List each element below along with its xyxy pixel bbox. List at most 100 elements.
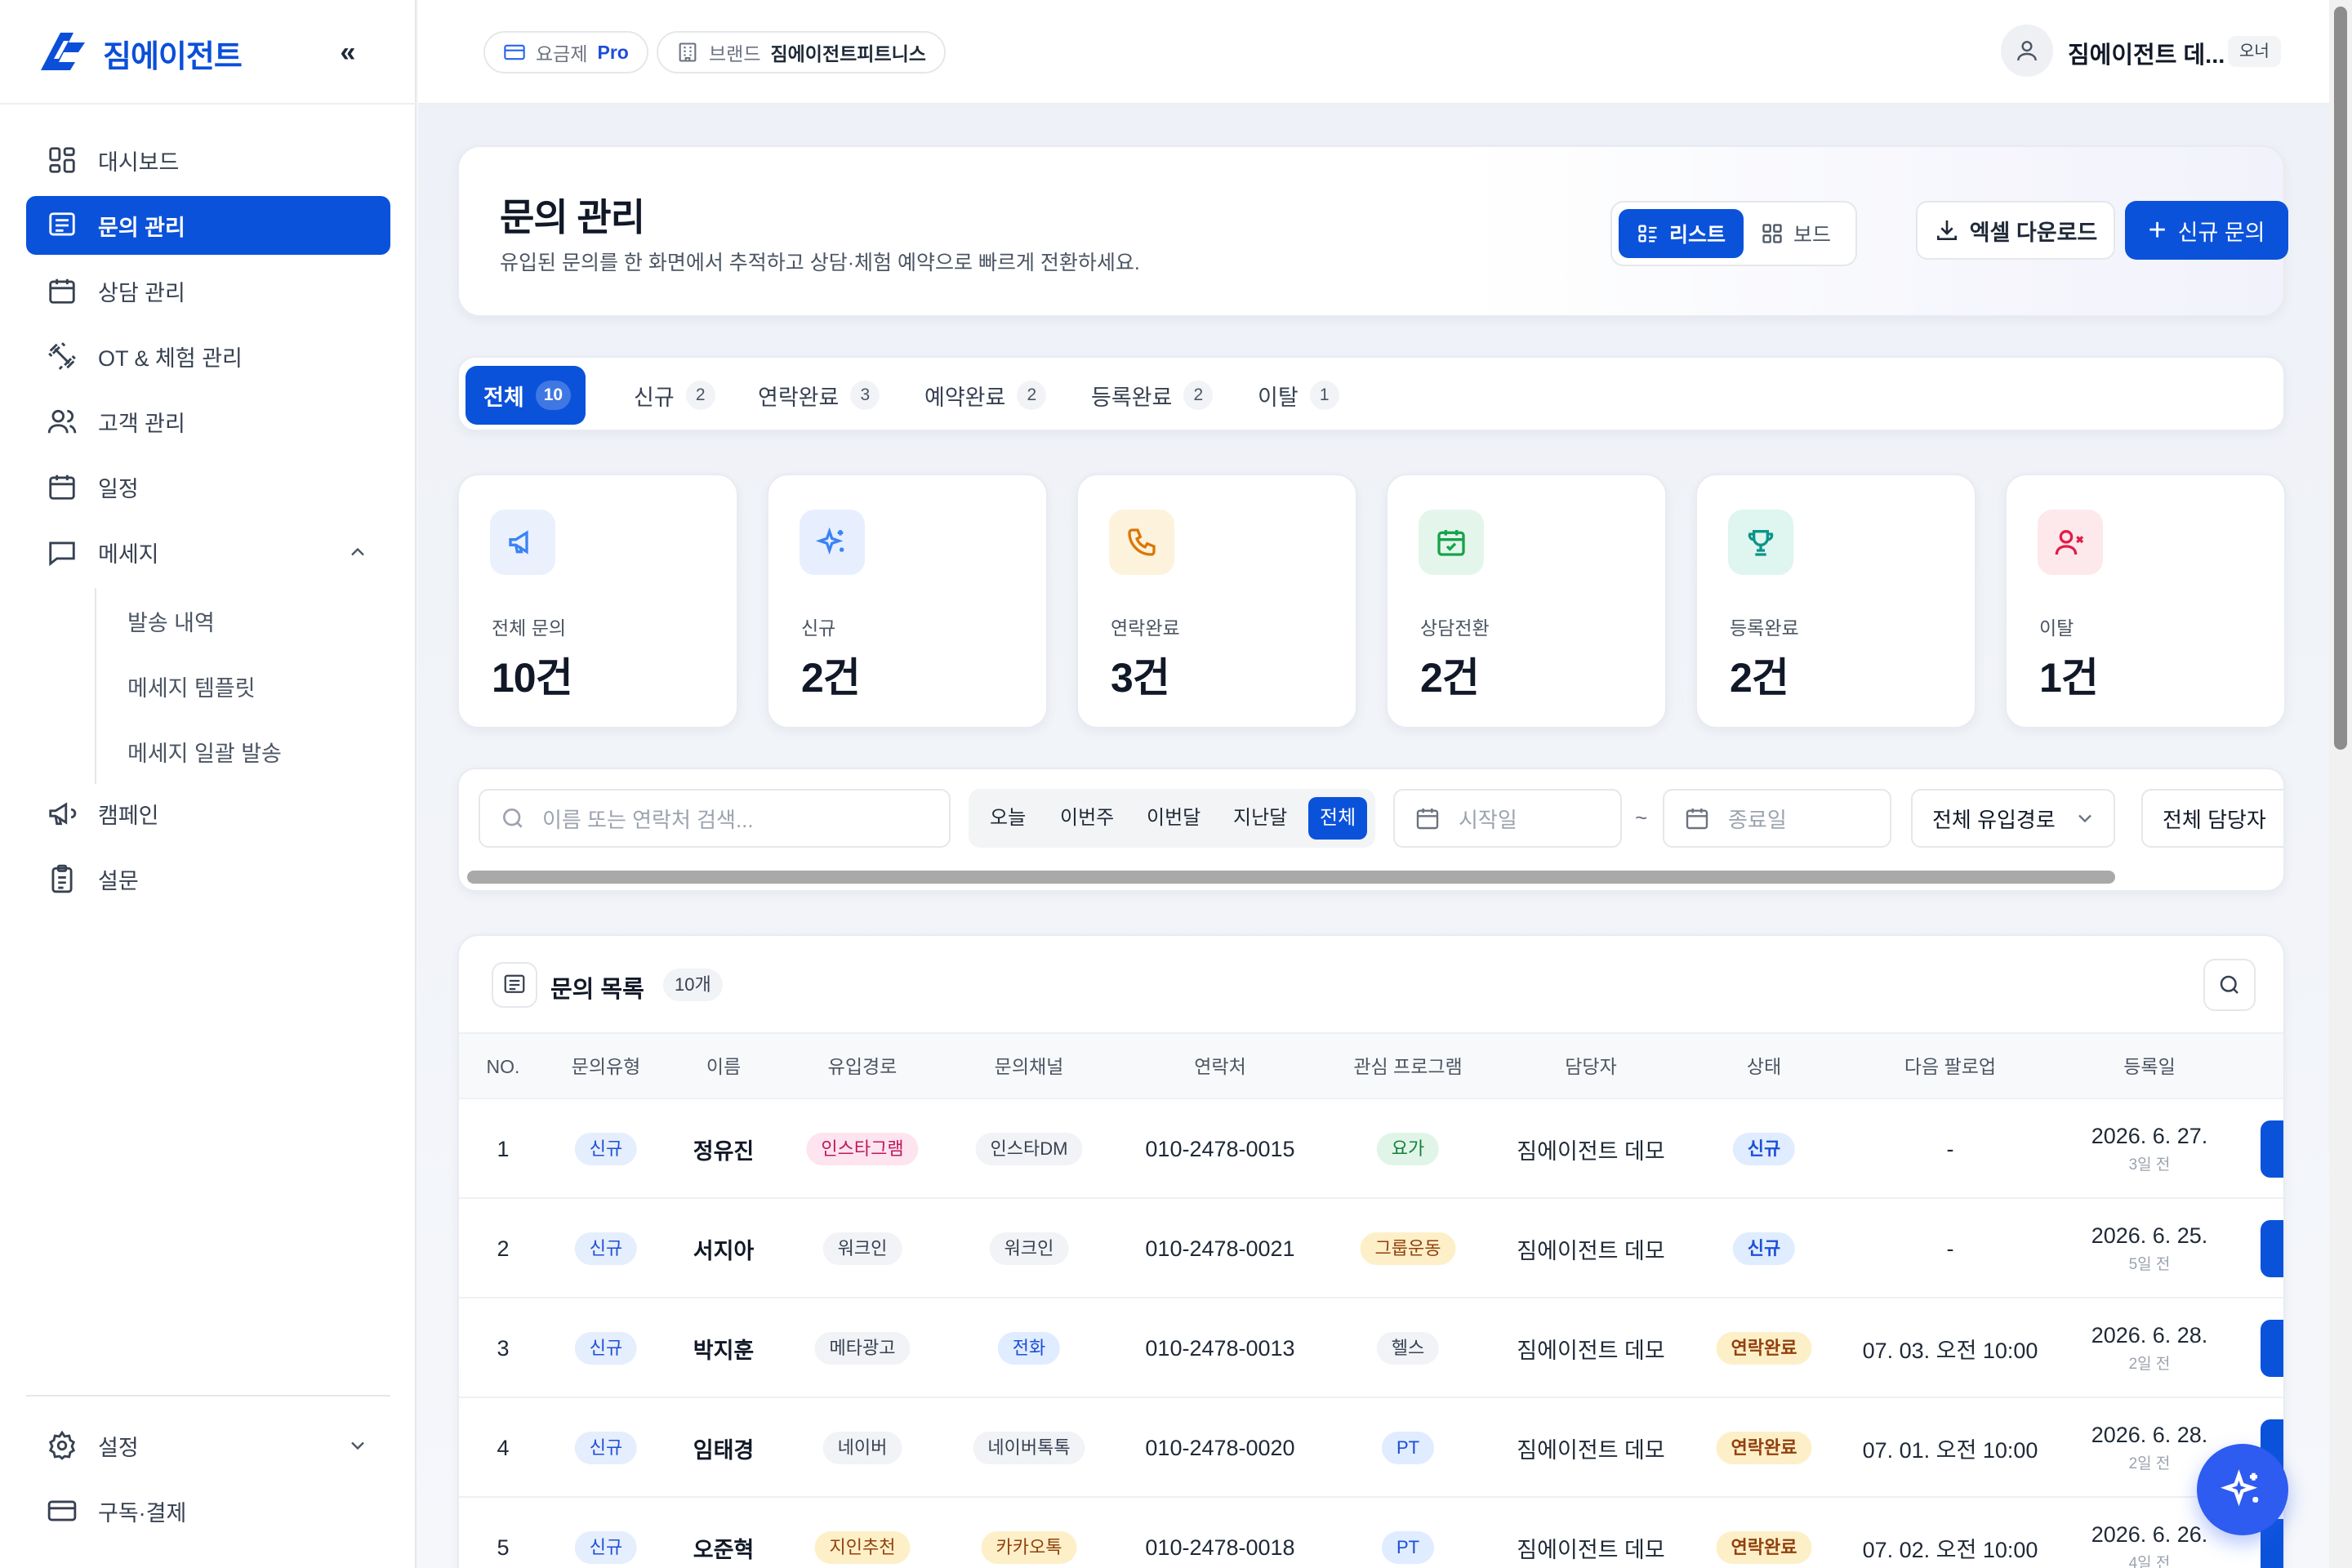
registered-date: 2026. 6. 25. 5일 전 — [2091, 1199, 2208, 1298]
sidebar-item-billing[interactable]: 구독·결제 — [26, 1481, 390, 1540]
period-last-month[interactable]: 지난달 — [1222, 797, 1298, 840]
column-header[interactable]: 이름 — [706, 1034, 741, 1099]
row-number: 3 — [497, 1335, 510, 1361]
customer-name[interactable]: 임태경 — [693, 1398, 755, 1498]
tab-label: 예약완료 — [924, 385, 1006, 410]
sidebar-item-campaigns[interactable]: 캠페인 — [26, 784, 390, 843]
sidebar-item-ot-trial[interactable]: OT & 체험 관리 — [26, 327, 390, 385]
next-followup: 07. 02. 오전 10:00 — [1862, 1537, 2038, 1562]
brand-value: 짐에이전트피트니스 — [770, 43, 926, 65]
row-action-button[interactable] — [2261, 1220, 2283, 1277]
column-header[interactable]: 유입경로 — [828, 1034, 898, 1099]
sidebar-item-settings[interactable]: 설정 — [26, 1416, 390, 1475]
period-this-month[interactable]: 이번달 — [1135, 797, 1212, 840]
column-header[interactable]: 담당자 — [1565, 1034, 1616, 1099]
sidebar-item-surveys[interactable]: 설문 — [26, 849, 390, 908]
new-inquiry-button[interactable]: + 신규 문의 — [2125, 201, 2288, 260]
table-row[interactable]: 5 신규 오준혁 지인추천 카카오톡 010-2478-0018 PT 짐에이전… — [459, 1498, 2283, 1568]
collapse-sidebar-button[interactable]: « — [330, 36, 366, 69]
sidebar-item-consultations[interactable]: 상담 관리 — [26, 261, 390, 320]
sidebar-subitem-message-templates[interactable]: 메세지 템플릿 — [96, 653, 390, 719]
chevron-down-icon[interactable] — [346, 1434, 369, 1457]
period-today[interactable]: 오늘 — [978, 797, 1037, 840]
sidebar-item-messages[interactable]: 메세지 — [26, 523, 390, 581]
registered-ago: 3일 전 — [2128, 1156, 2171, 1174]
main-content: 문의 관리 유입된 문의를 한 화면에서 추적하고 상담·체험 예약으로 빠르게… — [418, 105, 2329, 1568]
user-role-badge: 오너 — [2228, 36, 2281, 67]
table-row[interactable]: 3 신규 박지훈 메타광고 전화 010-2478-0013 헬스 짐에이전트 … — [459, 1298, 2283, 1398]
channel-pill: 전화 — [997, 1332, 1061, 1365]
tab-label: 등록완료 — [1091, 385, 1173, 410]
tab-registered[interactable]: 등록완료 2 — [1073, 366, 1227, 425]
sidebar-item-inquiries[interactable]: 문의 관리 — [26, 196, 390, 255]
tab-all[interactable]: 전체 10 — [466, 366, 586, 425]
tab-count: 1 — [1309, 381, 1339, 410]
manager-select[interactable]: 전체 담당자 — [2141, 789, 2283, 848]
tab-count: 2 — [1017, 381, 1047, 410]
stat-card-churned[interactable]: 이탈 1건 — [2005, 474, 2286, 728]
sidebar-subitem-send-history[interactable]: 발송 내역 — [96, 588, 390, 653]
ai-assistant-button[interactable] — [2197, 1444, 2288, 1535]
customer-name[interactable]: 서지아 — [693, 1199, 755, 1298]
table-row[interactable]: 2 신규 서지아 워크인 워크인 010-2478-0021 그룹운동 짐에이전… — [459, 1199, 2283, 1298]
sidebar-item-schedule[interactable]: 일정 — [26, 457, 390, 516]
tab-new[interactable]: 신규 2 — [616, 366, 730, 425]
row-action-button[interactable] — [2261, 1120, 2283, 1178]
view-list-button[interactable]: 리스트 — [1619, 209, 1744, 258]
plus-icon: + — [2148, 213, 2167, 247]
period-this-week[interactable]: 이번주 — [1049, 797, 1125, 840]
card-icon — [46, 1494, 78, 1527]
view-board-button[interactable]: 보드 — [1743, 209, 1849, 258]
brand-chip[interactable]: 브랜드 짐에이전트피트니스 — [657, 31, 946, 74]
brand-name[interactable]: 짐에이전트 — [103, 31, 243, 76]
stat-card-registered[interactable]: 등록완료 2건 — [1695, 474, 1976, 728]
column-header[interactable]: 문의유형 — [572, 1034, 641, 1099]
sidebar-bottom-nav: 설정 구독·결제 — [26, 1416, 390, 1547]
column-header[interactable]: 상태 — [1747, 1034, 1781, 1099]
column-header[interactable]: 관심 프로그램 — [1353, 1034, 1462, 1099]
brand-label: 브랜드 — [709, 43, 761, 65]
table-row[interactable]: 1 신규 정유진 인스타그램 인스타DM 010-2478-0015 요가 짐에… — [459, 1099, 2283, 1199]
row-action-button[interactable] — [2261, 1320, 2283, 1377]
sidebar-item-customers[interactable]: 고객 관리 — [26, 392, 390, 451]
period-all[interactable]: 전체 — [1308, 797, 1368, 840]
column-header[interactable]: 문의채널 — [995, 1034, 1064, 1099]
phone-number: 010-2478-0021 — [1145, 1236, 1295, 1261]
chevron-up-icon[interactable] — [346, 541, 369, 564]
excel-download-button[interactable]: 엑셀 다운로드 — [1916, 201, 2115, 260]
scrollbar-thumb[interactable] — [2334, 7, 2347, 750]
brand-logo-icon[interactable] — [36, 28, 93, 75]
page-subtitle: 유입된 문의를 한 화면에서 추적하고 상담·체험 예약으로 빠르게 전환하세요… — [500, 252, 1140, 274]
list-search-button[interactable] — [2203, 959, 2256, 1011]
tab-contacted[interactable]: 연락완료 3 — [740, 366, 894, 425]
stat-card-converted[interactable]: 상담전환 2건 — [1386, 474, 1667, 728]
column-header[interactable]: NO. — [487, 1034, 520, 1099]
sidebar-item-dashboard[interactable]: 대시보드 — [26, 131, 390, 189]
stat-card-new[interactable]: 신규 2건 — [767, 474, 1048, 728]
customer-name[interactable]: 오준혁 — [693, 1498, 755, 1568]
inquiry-list-card: 문의 목록 10개 NO. 문의유형 이름 유입경로 문의채널 연락처 관심 프… — [457, 934, 2285, 1568]
search-input[interactable]: 이름 또는 연락처 검색... — [479, 789, 951, 848]
end-date-input[interactable]: 종료일 — [1663, 789, 1891, 848]
user-name[interactable]: 짐에이전트 데... — [2068, 36, 2225, 70]
column-header[interactable]: 다음 팔로업 — [1904, 1034, 1996, 1099]
stat-card-contacted[interactable]: 연락완료 3건 — [1076, 474, 1357, 728]
start-date-input[interactable]: 시작일 — [1393, 789, 1622, 848]
customer-name[interactable]: 정유진 — [693, 1099, 755, 1199]
avatar[interactable] — [2001, 24, 2053, 77]
customer-name[interactable]: 박지훈 — [693, 1298, 755, 1398]
stat-card-total[interactable]: 전체 문의 10건 — [457, 474, 738, 728]
tab-churned[interactable]: 이탈 1 — [1240, 366, 1354, 425]
source-select[interactable]: 전체 유입경로 — [1911, 789, 2115, 848]
sidebar-subitem-bulk-send[interactable]: 메세지 일괄 발송 — [96, 719, 390, 784]
new-inquiry-label: 신규 문의 — [2177, 220, 2265, 245]
column-header[interactable]: 연락처 — [1194, 1034, 1245, 1099]
channel-pill: 인스타DM — [975, 1133, 1083, 1165]
tab-reserved[interactable]: 예약완료 2 — [906, 366, 1061, 425]
table-row[interactable]: 4 신규 임태경 네이버 네이버톡톡 010-2478-0020 PT 짐에이전… — [459, 1398, 2283, 1498]
page-scrollbar[interactable] — [2329, 0, 2352, 1568]
column-header[interactable]: 등록일 — [2123, 1034, 2175, 1099]
row-number: 2 — [497, 1236, 510, 1261]
plan-chip[interactable]: 요금제 Pro — [483, 31, 648, 74]
horizontal-scrollbar[interactable] — [467, 871, 2115, 884]
